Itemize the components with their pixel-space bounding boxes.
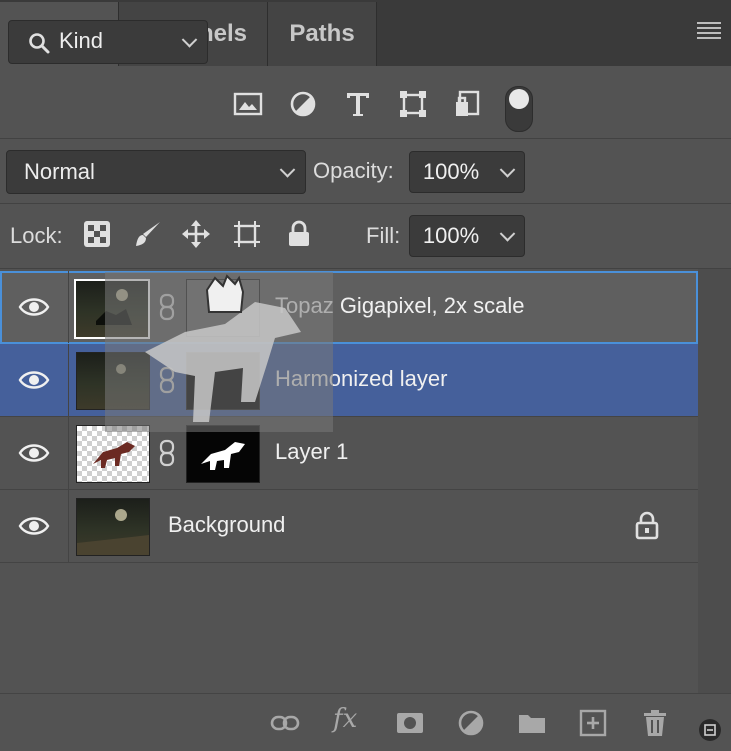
blend-mode-dropdown[interactable]: Normal: [6, 150, 306, 194]
lock-position-icon[interactable]: [181, 219, 211, 249]
layer-mask-thumbnail[interactable]: [186, 425, 260, 483]
layer-name[interactable]: Layer 1: [275, 439, 348, 465]
lock-artboard-icon[interactable]: [232, 219, 262, 249]
layers-footer: fx: [0, 693, 731, 751]
search-icon: [29, 33, 50, 54]
add-mask-icon[interactable]: [395, 708, 425, 738]
filter-toggle[interactable]: [505, 86, 533, 132]
tab-paths[interactable]: Paths: [268, 2, 377, 66]
filter-toggle-knob: [509, 89, 529, 109]
visibility-column: [0, 490, 69, 562]
visibility-column: [0, 417, 69, 489]
lock-icon[interactable]: [633, 510, 661, 540]
opacity-dropdown[interactable]: [492, 151, 525, 193]
eye-icon[interactable]: [18, 514, 50, 538]
smart-object-filter-icon[interactable]: [452, 88, 484, 120]
fill-dropdown[interactable]: [492, 215, 525, 257]
chevron-down-icon: [499, 162, 516, 178]
fx-icon[interactable]: fx: [333, 704, 357, 734]
layers-scrollbar[interactable]: [698, 269, 731, 693]
blend-mode-label: Normal: [24, 159, 95, 184]
chevron-down-icon: [279, 162, 296, 178]
opacity-field[interactable]: 100%: [409, 151, 493, 193]
opacity-label: Opacity:: [313, 158, 394, 183]
lock-all-icon[interactable]: [284, 219, 314, 249]
eye-icon[interactable]: [18, 368, 50, 392]
eye-icon[interactable]: [18, 441, 50, 465]
layer-row-background[interactable]: Background: [0, 490, 698, 563]
type-filter-icon[interactable]: [342, 88, 374, 120]
grab-hand-icon: [205, 274, 245, 313]
delete-icon[interactable]: [640, 708, 670, 738]
fill-field[interactable]: 100%: [409, 215, 493, 257]
image-filter-icon[interactable]: [232, 88, 264, 120]
visibility-column: [0, 344, 69, 416]
visibility-column: [0, 271, 69, 343]
drag-preview: [105, 272, 333, 432]
chevron-down-icon: [499, 226, 516, 242]
lock-transparent-pixels-icon[interactable]: [82, 219, 112, 249]
lock-label: Lock:: [10, 223, 63, 248]
chevron-down-icon: [181, 32, 198, 48]
shape-filter-icon[interactable]: [397, 88, 429, 120]
adjustment-filter-icon[interactable]: [287, 88, 319, 120]
link-chain-icon[interactable]: [158, 439, 176, 467]
new-layer-icon[interactable]: [578, 708, 608, 738]
new-group-icon[interactable]: [517, 708, 547, 738]
filter-kind-label: Kind: [59, 28, 104, 53]
layer-thumbnail[interactable]: [76, 425, 150, 483]
fill-label: Fill:: [366, 223, 401, 248]
layer-thumbnail[interactable]: [76, 498, 150, 556]
filter-kind-dropdown[interactable]: Kind: [8, 20, 208, 64]
layer-name[interactable]: Background: [168, 512, 285, 538]
adjustment-layer-icon[interactable]: [456, 708, 486, 738]
screen-capture-icon[interactable]: [698, 718, 722, 742]
lock-image-pixels-icon[interactable]: [133, 219, 163, 249]
link-layers-icon[interactable]: [270, 708, 300, 738]
eye-icon[interactable]: [18, 295, 50, 319]
panel-menu-icon[interactable]: [697, 22, 721, 40]
